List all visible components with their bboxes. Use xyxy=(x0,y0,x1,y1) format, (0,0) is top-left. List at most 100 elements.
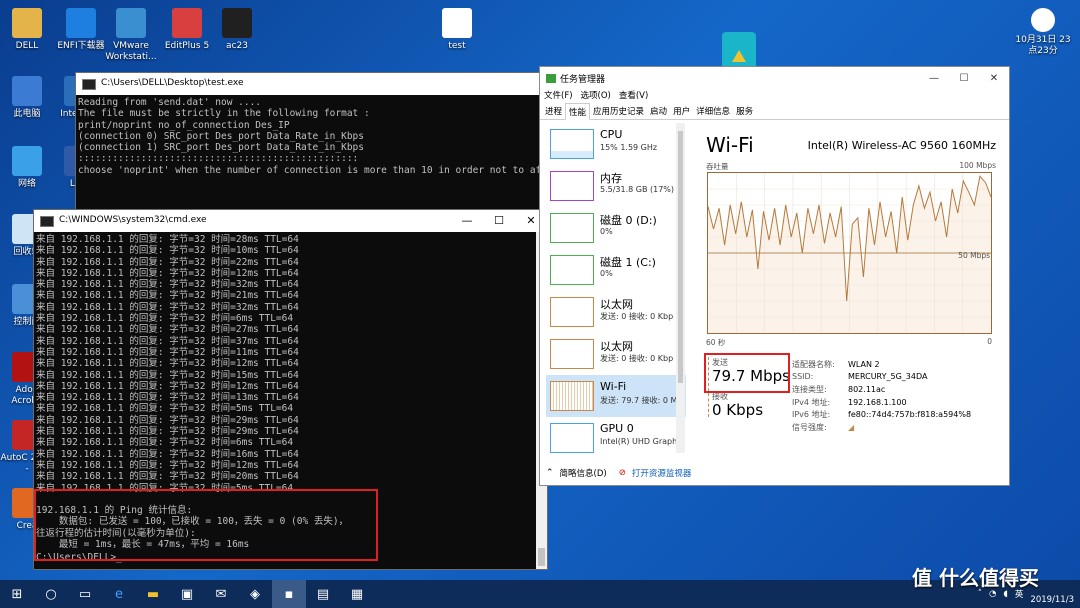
shortcut-icon xyxy=(12,76,42,106)
menu-item[interactable]: 选项(O) xyxy=(581,89,611,103)
menu-item[interactable]: 查看(V) xyxy=(619,89,648,103)
scrollbar-thumb[interactable] xyxy=(678,131,683,383)
perf-item-sub: 发送: 0 接收: 0 Kbp xyxy=(600,312,674,321)
tab-2[interactable]: 应用历史记录 xyxy=(590,103,647,119)
property-value: WLAN 2 xyxy=(848,360,880,369)
taskmgr-taskbar-icon[interactable]: ▤ xyxy=(306,580,340,608)
perf-sidebar: CPU 15% 1.59 GHz 内存 5.5/31.8 GB (17%) 磁盘 0 (… xyxy=(546,123,686,455)
console-output: Reading from 'send.dat' now .... The file… xyxy=(76,95,546,176)
maximize-icon[interactable]: ☐ xyxy=(949,73,979,84)
chevron-up-icon[interactable]: ⌃ xyxy=(546,468,554,478)
scrollbar-thumb[interactable] xyxy=(538,548,545,566)
ping-reply-line: 来自 192.168.1.1 的回复: 字节=32 时间=12ms TTL=64 xyxy=(36,267,299,279)
minimize-icon[interactable]: — xyxy=(451,215,483,227)
search-icon[interactable]: ○ xyxy=(34,580,68,608)
console-taskbar-icon[interactable]: ▦ xyxy=(340,580,374,608)
perf-item[interactable]: 内存 5.5/31.8 GB (17%) xyxy=(546,165,686,207)
perf-thumbnail xyxy=(550,255,594,285)
shortcut-icon xyxy=(222,8,252,38)
desktop-icon[interactable]: VMware Workstati... xyxy=(104,8,158,63)
perf-item-name: 磁盘 0 (D:) xyxy=(600,214,657,227)
desktop-icon[interactable]: ENFI下载器 xyxy=(54,8,108,52)
phone-shortcut-icon[interactable] xyxy=(722,32,756,70)
property-value: fe80::74d4:757b:f818:a594%8 xyxy=(848,410,972,419)
console-titlebar[interactable]: C:\Users\DELL\Desktop\test.exe xyxy=(76,73,546,95)
ping-reply-line: 来自 192.168.1.1 的回复: 字节=32 时间=15ms TTL=64 xyxy=(36,369,299,381)
property-value: 192.168.1.100 xyxy=(848,397,907,407)
ping-reply-line: 来自 192.168.1.1 的回复: 字节=32 时间=5ms TTL=64 xyxy=(36,403,294,415)
perf-item-sub: 15% 1.59 GHz xyxy=(600,143,658,152)
desktop-clock-widget[interactable]: 10月31日 23 点23分 xyxy=(1010,8,1076,57)
task-view-icon[interactable]: ▭ xyxy=(68,580,102,608)
tab-3[interactable]: 启动 xyxy=(647,103,670,119)
property-row: IPv6 地址: fe80::74d4:757b:f818:a594%8 xyxy=(792,409,971,420)
file-explorer-icon[interactable]: ▬ xyxy=(136,580,170,608)
console-titlebar[interactable]: C:\WINDOWS\system32\cmd.exe — ☐ ✕ xyxy=(34,210,547,232)
store-icon[interactable]: ▣ xyxy=(170,580,204,608)
ping-reply-line: 来自 192.168.1.1 的回复: 字节=32 时间=20ms TTL=64 xyxy=(36,471,299,483)
perf-item-name: Wi-Fi xyxy=(600,380,627,393)
ping-reply-line: 来自 192.168.1.1 的回复: 字节=32 时间=27ms TTL=64 xyxy=(36,324,299,336)
console-window-test[interactable]: C:\Users\DELL\Desktop\test.exe Reading f… xyxy=(76,73,546,213)
mail-icon[interactable]: ✉ xyxy=(204,580,238,608)
perf-item[interactable]: CPU 15% 1.59 GHz xyxy=(546,123,686,165)
perf-item[interactable]: 磁盘 0 (D:) 0% xyxy=(546,207,686,249)
maximize-icon[interactable]: ☐ xyxy=(483,215,515,227)
perf-item[interactable]: 磁盘 1 (C:) 0% xyxy=(546,249,686,291)
taskmgr-titlebar[interactable]: 任务管理器 — ☐ ✕ xyxy=(540,67,1009,89)
tab-6[interactable]: 服务 xyxy=(733,103,756,119)
ping-reply-line: 来自 192.168.1.1 的回复: 字节=32 时间=12ms TTL=64 xyxy=(36,358,299,370)
perf-item[interactable]: Wi-Fi 发送: 79.7 接收: 0 M xyxy=(546,375,686,417)
perf-item-sub: Intel(R) UHD Graph xyxy=(600,437,678,446)
perf-item[interactable]: 以太网 发送: 0 接收: 0 Kbp xyxy=(546,333,686,375)
menu-item[interactable]: 文件(F) xyxy=(544,89,573,103)
window-title: C:\WINDOWS\system32\cmd.exe xyxy=(59,215,207,226)
perf-item-name: CPU xyxy=(600,128,623,141)
tab-1[interactable]: 性能 xyxy=(565,103,591,120)
minimize-icon[interactable]: — xyxy=(919,73,949,84)
watermark: 值 什么值得买 xyxy=(912,566,1039,590)
console-app-icon xyxy=(82,78,96,90)
desktop-icon-label: ac23 xyxy=(226,41,248,51)
perf-item-sub: 5.5/31.8 GB (17%) xyxy=(600,185,675,194)
warning-icon xyxy=(732,50,746,62)
tab-4[interactable]: 用户 xyxy=(670,103,693,119)
cmd-taskbar-icon[interactable]: ▪ xyxy=(272,580,306,608)
perf-item-sub: 0% xyxy=(600,227,613,236)
app-icon[interactable]: ◈ xyxy=(238,580,272,608)
tab-bar: 进程 性能 应用历史记录 启动 用户 详细信息 服务 xyxy=(540,103,1009,120)
ping-reply-line: 来自 192.168.1.1 的回复: 字节=32 时间=13ms TTL=64 xyxy=(36,392,299,404)
window-title: C:\Users\DELL\Desktop\test.exe xyxy=(101,78,244,89)
desktop-icon[interactable]: EditPlus 5 xyxy=(160,8,214,52)
open-resource-monitor-link[interactable]: 打开资源监视器 xyxy=(632,467,692,479)
graph-x-left-label: 60 秒 xyxy=(706,338,726,347)
perf-thumbnail xyxy=(550,381,594,411)
perf-item-name: 以太网 xyxy=(600,298,633,311)
edge-icon[interactable]: e xyxy=(102,580,136,608)
tray-date[interactable]: 2019/11/3 xyxy=(1030,595,1074,605)
desktop-icon[interactable]: 网络 xyxy=(0,146,54,190)
tab-5[interactable]: 详细信息 xyxy=(693,103,733,119)
clock-icon xyxy=(1031,8,1055,32)
summary-toggle[interactable]: 简略信息(D) xyxy=(560,467,607,479)
desktop-icon[interactable]: test xyxy=(430,8,484,52)
desktop-icon[interactable]: ac23 xyxy=(210,8,264,52)
property-key: IPv4 地址: xyxy=(792,397,831,407)
perf-item[interactable]: 以太网 发送: 0 接收: 0 Kbp xyxy=(546,291,686,333)
start-button[interactable]: ⊞ xyxy=(0,580,34,608)
console-line: ::::::::::::::::::::::::::::::::::::::::… xyxy=(78,153,359,165)
ping-reply-line: 来自 192.168.1.1 的回复: 字节=32 时间=21ms TTL=64 xyxy=(36,290,299,302)
perf-thumbnail xyxy=(550,423,594,453)
ping-reply-line: 来自 192.168.1.1 的回复: 字节=32 时间=16ms TTL=64 xyxy=(36,448,299,460)
tab-0[interactable]: 进程 xyxy=(542,103,565,119)
desktop-icon-label: 网络 xyxy=(17,179,36,189)
perf-item[interactable]: GPU 0 Intel(R) UHD Graph xyxy=(546,417,686,455)
sidebar-scrollbar[interactable] xyxy=(676,123,685,453)
task-manager-window[interactable]: 任务管理器 — ☐ ✕ 文件(F) 选项(O) 查看(V) 进程 性能 应用历史记录 启动… xyxy=(540,67,1009,485)
desktop-icon[interactable]: DELL xyxy=(0,8,54,52)
highlight-box-send xyxy=(704,353,790,393)
ping-reply-line: 来自 192.168.1.1 的回复: 字节=32 时间=29ms TTL=64 xyxy=(36,414,299,426)
ping-reply-line: 来自 192.168.1.1 的回复: 字节=32 时间=10ms TTL=64 xyxy=(36,245,299,257)
close-icon[interactable]: ✕ xyxy=(979,73,1009,84)
desktop-icon[interactable]: 此电脑 xyxy=(0,76,54,120)
